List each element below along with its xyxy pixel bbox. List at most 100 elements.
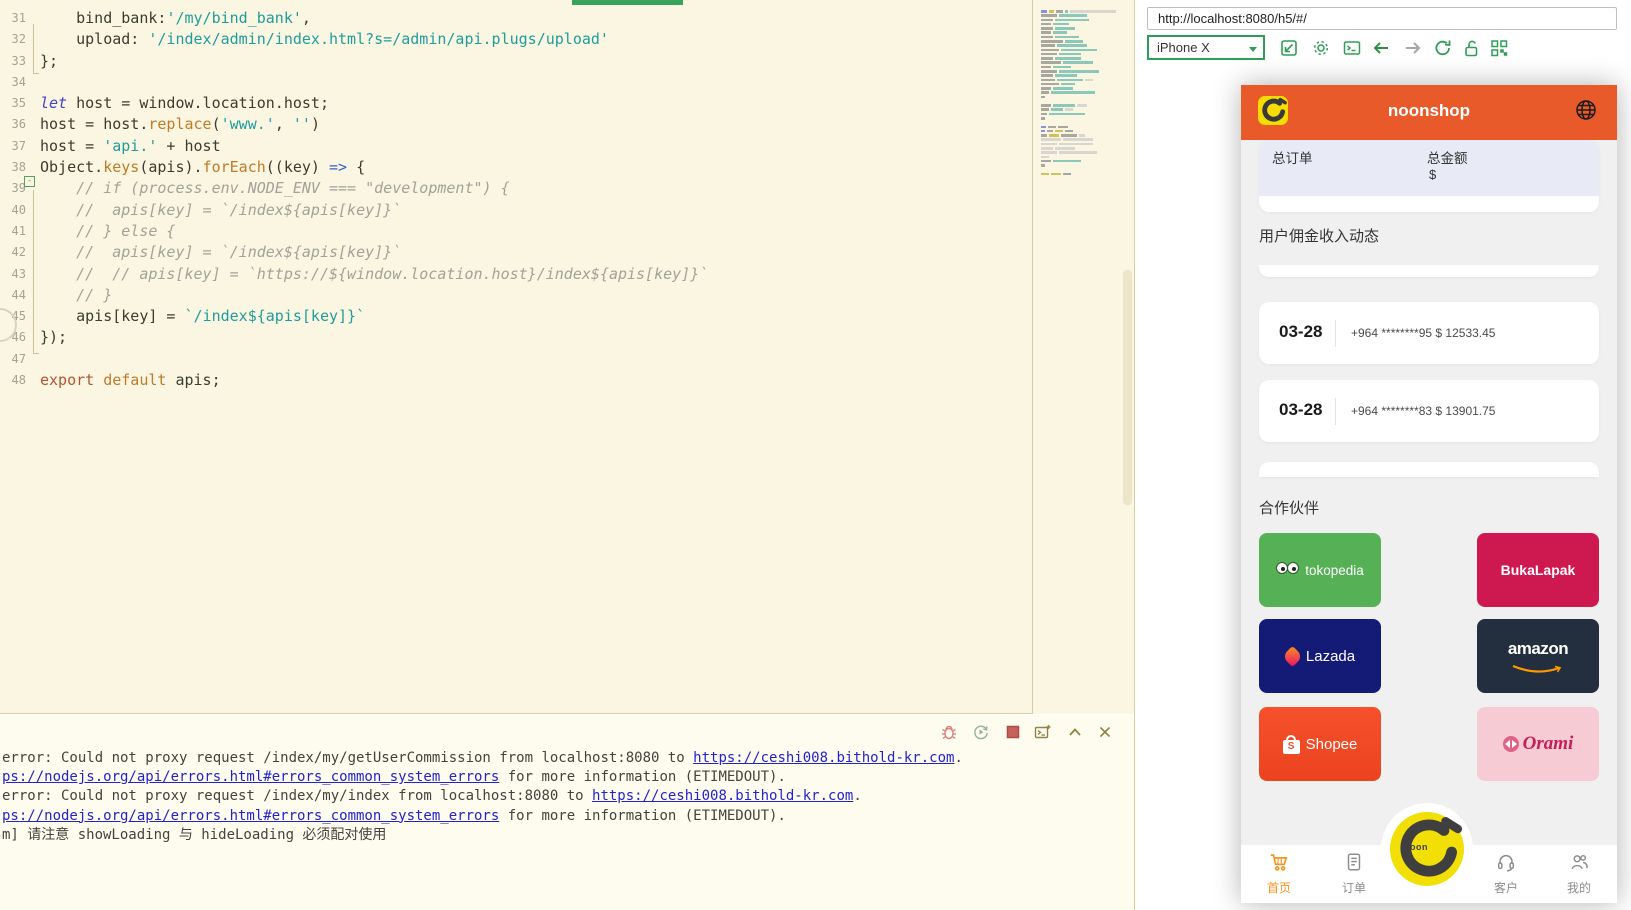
url-input[interactable] (1147, 7, 1617, 30)
line-number: 32 (0, 29, 26, 50)
line-number: 34 (0, 72, 26, 93)
console-link[interactable]: ps://nodejs.org/api/errors.html#errors_c… (2, 769, 499, 785)
commission-section-title: 用户佣金收入动态 (1259, 225, 1379, 246)
stats-highlight-area: 总订单 总金额 $ (1259, 140, 1599, 196)
commission-row[interactable]: 03-28 +964 ********83 $ 13901.75 (1259, 380, 1599, 442)
browser-preview-panel: iPhone X (1134, 0, 1631, 910)
code-line[interactable]: 47 (0, 349, 1032, 370)
minimap[interactable] (1032, 0, 1134, 714)
minimap-rows (1041, 10, 1120, 177)
partner-shopee[interactable]: S Shopee (1259, 707, 1381, 781)
partner-lazada[interactable]: Lazada (1259, 619, 1381, 693)
restart-icon[interactable] (972, 723, 990, 741)
shopee-bag-icon: S (1283, 735, 1300, 754)
debug-icon[interactable] (940, 723, 958, 741)
globe-language-icon[interactable] (1574, 98, 1598, 122)
back-arrow-icon[interactable] (1371, 38, 1391, 58)
console-link[interactable]: https://ceshi008.bithold-kr.com (693, 750, 954, 766)
lazada-heart-icon (1282, 645, 1303, 666)
stop-icon[interactable] (1004, 723, 1022, 741)
device-select[interactable]: iPhone X (1147, 35, 1265, 60)
partner-label: tokopedia (1305, 563, 1364, 578)
new-terminal-icon[interactable] (1034, 723, 1052, 741)
code-line[interactable]: 38Object.keys(apis).forEach((key) => { (0, 157, 1032, 178)
partner-label: amazon (1477, 639, 1599, 659)
editor-scrollbar[interactable] (1123, 270, 1132, 505)
line-number: 41 (0, 221, 26, 242)
fold-guide (33, 190, 39, 354)
console-link[interactable]: ps://nodejs.org/api/errors.html#errors_c… (2, 808, 499, 824)
partner-orami[interactable]: Orami (1477, 707, 1599, 781)
chevron-down-icon (1249, 47, 1257, 52)
forward-arrow-icon[interactable] (1403, 38, 1423, 58)
partner-tokopedia[interactable]: tokopedia (1259, 533, 1381, 607)
line-number: 38 (0, 157, 26, 178)
refresh-icon[interactable] (1433, 38, 1453, 58)
code-line[interactable]: 33}; (0, 51, 1032, 72)
device-select-value: iPhone X (1157, 40, 1210, 55)
code-line[interactable]: 46}); (0, 327, 1032, 348)
orders-doc-icon (1343, 851, 1365, 873)
nav-item-customers[interactable]: 客户 (1482, 851, 1530, 896)
code-line[interactable]: 34 (0, 72, 1032, 93)
line-number: 47 (0, 349, 26, 370)
code-line[interactable]: 32 upload: '/index/admin/index.html?s=/a… (0, 29, 1032, 50)
unlock-icon[interactable] (1461, 38, 1481, 58)
line-number: 36 (0, 114, 26, 135)
editor-scroll-position-indicator (572, 0, 683, 5)
commission-row[interactable]: 03-28 +964 ********95 $ 12533.45 (1259, 302, 1599, 364)
open-in-browser-icon[interactable] (1279, 38, 1299, 58)
line-number: 44 (0, 285, 26, 306)
partner-label: BukaLapak (1501, 562, 1576, 578)
console-link[interactable]: https://ceshi008.bithold-kr.com (592, 788, 853, 804)
code-area[interactable]: 31 bind_bank:'/my/bind_bank',32 upload: … (0, 8, 1032, 713)
partners-section-title: 合作伙伴 (1259, 497, 1319, 518)
code-line[interactable]: 35let host = window.location.host; (0, 93, 1032, 114)
noon-wordmark: noon (1404, 842, 1428, 852)
code-editor[interactable]: 31 bind_bank:'/my/bind_bank',32 upload: … (0, 0, 1134, 714)
collapse-panel-icon[interactable] (1066, 723, 1084, 741)
total-amount-value: $ (1429, 167, 1436, 182)
app-title: noonshop (1241, 101, 1617, 121)
qr-grid-icon[interactable] (1489, 38, 1509, 58)
code-line[interactable]: 40 // apis[key] = `/index${apis[key]}` (0, 200, 1032, 221)
nav-item-orders[interactable]: 订单 (1330, 851, 1378, 896)
total-amount-label: 总金额 (1427, 147, 1468, 167)
code-line[interactable]: 48export default apis; (0, 370, 1032, 391)
nav-item-mine[interactable]: 我的 (1555, 851, 1603, 896)
console-line: ps://nodejs.org/api/errors.html#errors_c… (2, 807, 963, 826)
partner-label: Orami (1523, 733, 1574, 755)
screen: 31 bind_bank:'/my/bind_bank',32 upload: … (0, 0, 1631, 910)
code-line[interactable]: 42 // apis[key] = `/index${apis[key]}` (0, 242, 1032, 263)
code-line[interactable]: 31 bind_bank:'/my/bind_bank', (0, 8, 1032, 29)
terminal-icon[interactable] (1342, 38, 1362, 58)
code-line[interactable]: 43 // // apis[key] = `https://${window.l… (0, 264, 1032, 285)
code-line[interactable]: 37host = 'api.' + host (0, 136, 1032, 157)
code-line[interactable]: 44 // } (0, 285, 1032, 306)
code-line[interactable]: 39 // if (process.env.NODE_ENV === "deve… (0, 178, 1032, 199)
orami-butterfly-icon (1503, 736, 1519, 752)
partner-bukalapak[interactable]: BukaLapak (1477, 533, 1599, 607)
phone-viewport: noonshop 总订单 总金额 $ 用户佣金收入动态 (1241, 85, 1617, 903)
code-fold-toggle-icon[interactable]: - (24, 176, 35, 187)
code-line[interactable]: 45 apis[key] = `/index${apis[key]}` (0, 306, 1032, 327)
code-line[interactable]: 36host = host.replace('www.', '') (0, 114, 1032, 135)
commission-card-partial (1259, 462, 1599, 477)
commission-detail: +964 ********83 $ 13901.75 (1351, 404, 1495, 418)
close-panel-icon[interactable] (1096, 723, 1114, 741)
commission-date: 03-28 (1279, 322, 1322, 342)
console-toolbar (940, 723, 1134, 743)
amazon-smile-icon (1511, 663, 1565, 681)
people-icon (1568, 851, 1590, 873)
nav-center-noon-logo[interactable]: noon (1390, 812, 1464, 886)
line-number: 43 (0, 264, 26, 285)
nav-item-home[interactable]: 首页 (1255, 851, 1303, 896)
partner-amazon[interactable]: amazon (1477, 619, 1599, 693)
console-line: error: Could not proxy request /index/my… (2, 787, 963, 806)
console-output: error: Could not proxy request /index/my… (2, 749, 963, 845)
console-line: ps://nodejs.org/api/errors.html#errors_c… (2, 768, 963, 787)
code-line[interactable]: 41 // } else { (0, 221, 1032, 242)
commission-card-partial (1259, 265, 1599, 277)
settings-gear-icon[interactable] (1311, 38, 1331, 58)
total-orders-label: 总订单 (1272, 147, 1313, 167)
